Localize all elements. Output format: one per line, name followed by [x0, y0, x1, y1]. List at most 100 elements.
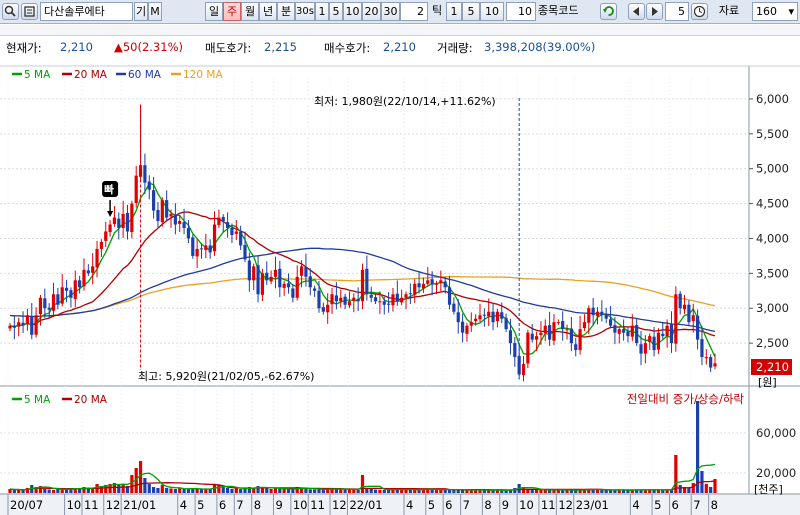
- refresh-icon[interactable]: [600, 3, 617, 20]
- candle-body: [64, 287, 69, 291]
- period-year-button[interactable]: 년: [259, 2, 277, 21]
- candle-body: [373, 297, 378, 302]
- tick-1-button[interactable]: 1: [446, 2, 462, 21]
- candle-body: [78, 280, 82, 288]
- gi-button[interactable]: 기: [134, 2, 148, 21]
- volume-value: 3,398,208(39.00%): [484, 40, 596, 54]
- volume-bar: [534, 490, 539, 493]
- volume-tick-label: 20,000: [756, 466, 796, 480]
- candle-body: [117, 218, 121, 228]
- tick-5-button[interactable]: 5: [462, 2, 480, 21]
- volume-bar: [304, 489, 308, 493]
- min-5-button[interactable]: 5: [329, 2, 343, 21]
- minute-input[interactable]: 2: [400, 2, 428, 21]
- volume-bar: [273, 488, 278, 493]
- tick-10-button[interactable]: 10: [480, 2, 504, 21]
- sec30-button[interactable]: 30s: [295, 2, 315, 21]
- volume-bar: [278, 489, 282, 493]
- candle-body: [69, 290, 73, 298]
- volume-bar: [439, 490, 443, 493]
- x-tick-label: 12: [558, 498, 573, 512]
- volume-bar: [378, 490, 382, 493]
- period-month-button[interactable]: 월: [241, 2, 259, 21]
- volume-bar: [373, 489, 378, 493]
- candle-body: [99, 241, 103, 249]
- candle-body: [73, 280, 77, 299]
- min-10-button[interactable]: 10: [343, 2, 362, 21]
- candle-body: [460, 321, 465, 333]
- m-button[interactable]: M: [148, 2, 162, 21]
- volume-bar: [165, 488, 169, 493]
- tick-input[interactable]: 10: [506, 2, 536, 21]
- candle-body: [595, 311, 600, 317]
- volume-bar: [491, 490, 495, 493]
- volume-panel-title: 전일대비 증가/상승/하락: [627, 392, 745, 406]
- current-price-label: 현재가:: [6, 41, 42, 55]
- candle-body: [521, 364, 526, 376]
- stock-code-input[interactable]: 다산솔루에타: [40, 2, 133, 21]
- candle-body: [604, 314, 608, 319]
- current-price-value: 2,210: [60, 40, 93, 54]
- volume-bar: [687, 488, 691, 493]
- candle-body: [208, 245, 212, 253]
- candle-body: [321, 307, 325, 312]
- data-count-select[interactable]: 160 ▾: [752, 2, 798, 21]
- x-tick-label: 22/01: [349, 498, 382, 512]
- candle-body: [60, 287, 64, 304]
- volume-bar: [156, 488, 160, 493]
- candle-body: [225, 222, 230, 228]
- price-change: ▲50(2.31%): [114, 40, 183, 54]
- stock-code-label: 종목코드: [538, 4, 579, 17]
- current-price-tag-label: 2,210: [756, 360, 789, 374]
- volume-bar: [500, 490, 504, 493]
- candle-body: [334, 295, 338, 302]
- volume-bar: [626, 490, 630, 493]
- candle-body: [339, 297, 343, 302]
- candle-body: [495, 311, 500, 322]
- candle-body: [665, 325, 669, 337]
- volume-bar: [230, 489, 234, 493]
- candle-body: [469, 322, 473, 326]
- min-30-button[interactable]: 30: [381, 2, 400, 21]
- candle-body: [439, 280, 443, 284]
- clock-icon[interactable]: [691, 3, 708, 20]
- x-tick-label: 11: [310, 498, 325, 512]
- x-tick-label: 12: [332, 498, 347, 512]
- count-input[interactable]: 5: [665, 2, 689, 21]
- x-tick-label: 6: [671, 498, 678, 512]
- stock-search-icon[interactable]: [21, 3, 38, 20]
- period-day-button[interactable]: 일: [205, 2, 223, 21]
- x-tick-label: 10: [293, 498, 308, 512]
- candle-body: [143, 165, 147, 183]
- period-minute-button[interactable]: 분: [277, 2, 295, 21]
- candle-body: [352, 297, 356, 301]
- volume-bar: [234, 488, 238, 493]
- x-tick-label: 9: [502, 498, 509, 512]
- legend-ma20: 20 MA: [74, 69, 108, 81]
- signal-marker-label: 빠: [104, 183, 114, 196]
- candle-body: [112, 217, 117, 224]
- candle-body: [165, 200, 169, 218]
- vol-legend-ma5: 5 MA: [24, 394, 51, 406]
- volume-bar: [239, 489, 243, 493]
- volume-bar: [678, 485, 682, 493]
- volume-bar: [321, 489, 325, 493]
- candle-body: [243, 244, 247, 260]
- x-tick-label: 5: [428, 498, 435, 512]
- min-20-button[interactable]: 20: [362, 2, 381, 21]
- prev-arrow-icon[interactable]: [628, 3, 645, 20]
- candle-body: [304, 266, 308, 277]
- candle-body: [156, 210, 160, 222]
- volume-bar: [434, 490, 439, 493]
- candle-body: [317, 290, 321, 309]
- x-tick-label: 11: [541, 498, 556, 512]
- volume-bar: [343, 489, 347, 493]
- next-arrow-icon[interactable]: [646, 3, 663, 20]
- candle-body: [648, 336, 652, 342]
- period-week-button[interactable]: 주: [223, 2, 241, 21]
- candle-body: [639, 344, 643, 354]
- search-icon[interactable]: [2, 3, 19, 20]
- min-1-button[interactable]: 1: [315, 2, 329, 21]
- stock-chart[interactable]: 6,000 5,500 5,000 4,500 4,000 3,500 3,000 2,500…: [0, 58, 800, 515]
- x-tick-label: 4: [632, 498, 639, 512]
